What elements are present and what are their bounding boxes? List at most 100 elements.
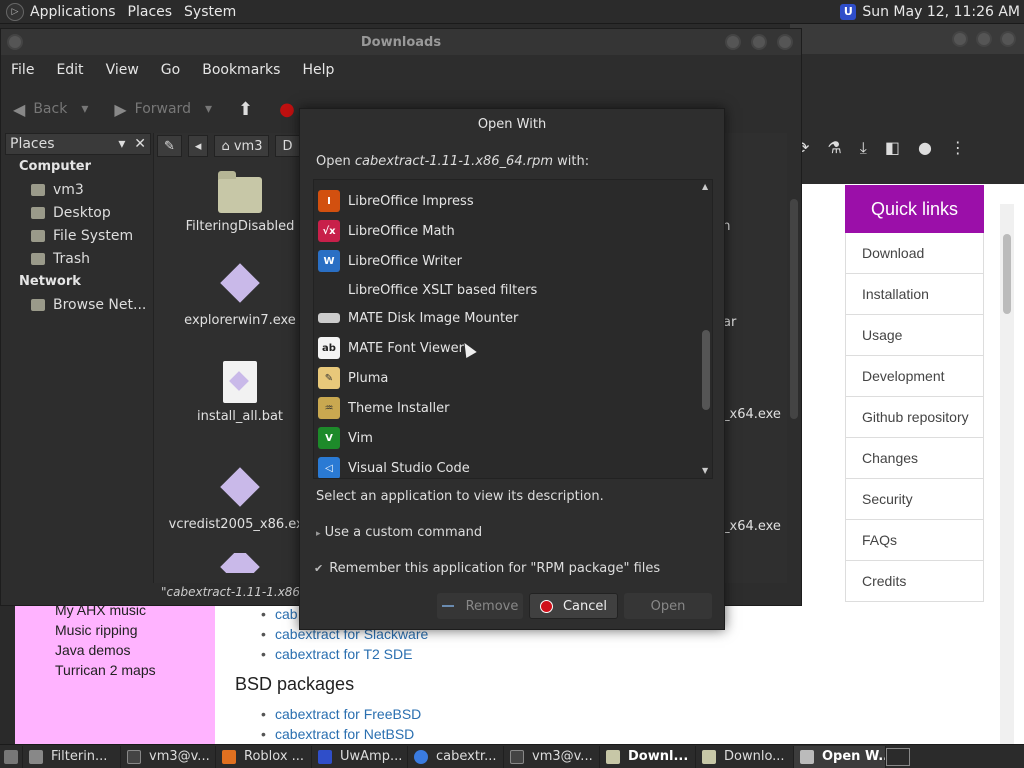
quick-link-changes[interactable]: Changes <box>845 438 984 479</box>
custom-command-expander[interactable]: ▸ Use a custom command <box>316 525 482 540</box>
app-item-libreoffice-writer[interactable]: W LibreOffice Writer <box>318 247 462 275</box>
app-list-scrollbar[interactable]: ▲ ▼ <box>700 180 712 478</box>
minimize-button[interactable] <box>952 31 968 47</box>
back-button[interactable]: ◀ Back ▾ <box>13 100 88 119</box>
package-link[interactable]: cab <box>261 606 297 622</box>
taskbar-item[interactable]: Downl... <box>600 745 696 768</box>
scroll-down-arrow-icon[interactable]: ▼ <box>702 466 708 475</box>
nav-link[interactable]: Turrican 2 maps <box>55 662 156 678</box>
file-item[interactable]: ar <box>723 315 783 330</box>
quick-link-security[interactable]: Security <box>845 479 984 520</box>
download-icon[interactable]: ⤓ <box>860 138 867 158</box>
open-with-dialog: Open With Open cabextract-1.11-1.x86_64.… <box>299 108 725 630</box>
taskbar-item[interactable]: cabextr... <box>408 745 504 768</box>
menu-bookmarks[interactable]: Bookmarks <box>202 62 280 78</box>
stop-button[interactable]: ● <box>279 99 295 120</box>
file-item[interactable]: _x64.exe <box>723 407 793 422</box>
chevron-down-icon[interactable]: ▾ <box>81 101 88 117</box>
application-list[interactable]: I LibreOffice Impress √x LibreOffice Math … <box>313 179 713 479</box>
sidebar-item-vm3[interactable]: vm3 <box>5 178 151 201</box>
maximize-button[interactable] <box>751 34 767 50</box>
file-view-scrollbar[interactable] <box>788 179 800 609</box>
menu-file[interactable]: File <box>11 62 34 78</box>
up-button[interactable]: ⬆ <box>238 99 253 120</box>
quick-link-faqs[interactable]: FAQs <box>845 520 984 561</box>
nav-link[interactable]: Java demos <box>55 642 130 658</box>
forward-button[interactable]: ▶ Forward ▾ <box>114 100 212 119</box>
menu-places[interactable]: Places <box>128 4 181 20</box>
menu-system[interactable]: System <box>184 4 244 20</box>
quick-link-credits[interactable]: Credits <box>845 561 984 602</box>
app-item-vscode[interactable]: ◁ Visual Studio Code <box>318 454 470 478</box>
taskbar-item[interactable]: Open W... <box>794 745 886 768</box>
file-item[interactable]: explorerwin7.exe <box>165 263 315 328</box>
scroll-up-arrow-icon[interactable]: ▲ <box>702 182 708 191</box>
app-item-pluma[interactable]: ✎ Pluma <box>318 364 388 392</box>
remember-checkbox[interactable]: ✔ Remember this application for "RPM pack… <box>314 561 660 576</box>
mate-logo-icon[interactable]: ▷ <box>6 2 24 21</box>
app-item-libreoffice-xslt[interactable]: LibreOffice XSLT based filters <box>318 276 537 304</box>
menu-view[interactable]: View <box>106 62 139 78</box>
path-back-arrow[interactable]: ◂ <box>187 135 209 157</box>
app-item-theme-installer[interactable]: ♒ Theme Installer <box>318 394 449 422</box>
page-scrollbar[interactable] <box>1000 204 1014 744</box>
flask-icon[interactable]: ⚗ <box>827 138 841 158</box>
menu-applications[interactable]: Applications <box>30 4 124 20</box>
app-item-vim[interactable]: V Vim <box>318 424 373 452</box>
package-link[interactable]: cabextract for T2 SDE <box>261 646 413 662</box>
menu-go[interactable]: Go <box>161 62 180 78</box>
sidebar-header[interactable]: Places ▾ ✕ <box>5 133 151 155</box>
quick-link-github[interactable]: Github repository <box>845 397 984 438</box>
file-item[interactable]: FilteringDisabled <box>165 171 315 234</box>
menu-help[interactable]: Help <box>302 62 334 78</box>
minimize-button[interactable] <box>725 34 741 50</box>
taskbar-item[interactable]: vm3@v... <box>121 745 216 768</box>
clock[interactable]: Sun May 12, 11:26 AM <box>862 4 1020 20</box>
file-item[interactable]: vcredist2005_x86.exe <box>165 467 315 532</box>
path-segment-vm3[interactable]: ⌂ vm3 <box>214 135 270 157</box>
quick-link-usage[interactable]: Usage <box>845 315 984 356</box>
close-icon[interactable]: ✕ <box>134 136 146 152</box>
sidebar-item-desktop[interactable]: Desktop <box>5 201 151 224</box>
taskbar-item[interactable]: vm3@v... <box>504 745 600 768</box>
profile-icon[interactable]: ● <box>918 138 932 158</box>
file-item[interactable] <box>165 553 315 573</box>
workspace-switcher[interactable] <box>886 747 910 766</box>
maximize-button[interactable] <box>976 31 992 47</box>
window-menu-button[interactable] <box>7 34 23 50</box>
remove-button[interactable]: Remove <box>437 593 523 619</box>
chevron-down-icon[interactable]: ▾ <box>205 101 212 117</box>
sidebar-item-filesystem[interactable]: File System <box>5 224 151 247</box>
app-item-libreoffice-math[interactable]: √x LibreOffice Math <box>318 217 455 245</box>
fm-titlebar[interactable]: Downloads <box>1 29 801 55</box>
sidebar-icon[interactable]: ◧ <box>885 138 900 158</box>
uwamp-tray-icon[interactable]: U <box>840 3 857 20</box>
taskbar-item[interactable]: Downlo... <box>696 745 794 768</box>
menu-icon[interactable]: ⋮ <box>950 138 966 158</box>
app-item-mate-disk-image-mounter[interactable]: MATE Disk Image Mounter <box>318 304 518 332</box>
close-button[interactable] <box>777 34 793 50</box>
cancel-button[interactable]: Cancel <box>529 593 618 619</box>
quick-link-development[interactable]: Development <box>845 356 984 397</box>
quick-link-installation[interactable]: Installation <box>845 274 984 315</box>
package-link[interactable]: cabextract for NetBSD <box>261 726 414 742</box>
path-segment-current[interactable]: D <box>275 135 300 157</box>
app-item-mate-font-viewer[interactable]: ab MATE Font Viewer <box>318 334 464 362</box>
file-item[interactable]: _x64.exe <box>723 519 793 534</box>
nav-link[interactable]: Music ripping <box>55 622 137 638</box>
taskbar-item[interactable]: Roblox ... <box>216 745 312 768</box>
close-button[interactable] <box>1000 31 1016 47</box>
quick-link-download[interactable]: Download <box>845 233 984 274</box>
file-item[interactable]: install_all.bat <box>165 361 315 424</box>
chevron-down-icon[interactable]: ▾ <box>118 136 125 152</box>
edit-location-button[interactable]: ✎ <box>157 135 182 157</box>
open-button[interactable]: Open <box>624 593 712 619</box>
package-link[interactable]: cabextract for FreeBSD <box>261 706 421 722</box>
taskbar-item[interactable]: UwAmp... <box>312 745 408 768</box>
show-desktop-button[interactable] <box>0 745 23 768</box>
app-item-libreoffice-impress[interactable]: I LibreOffice Impress <box>318 187 474 215</box>
menu-edit[interactable]: Edit <box>56 62 83 78</box>
sidebar-item-trash[interactable]: Trash <box>5 247 151 270</box>
sidebar-item-browse-network[interactable]: Browse Net... <box>5 293 151 316</box>
taskbar-item[interactable]: Filterin... <box>23 745 121 768</box>
